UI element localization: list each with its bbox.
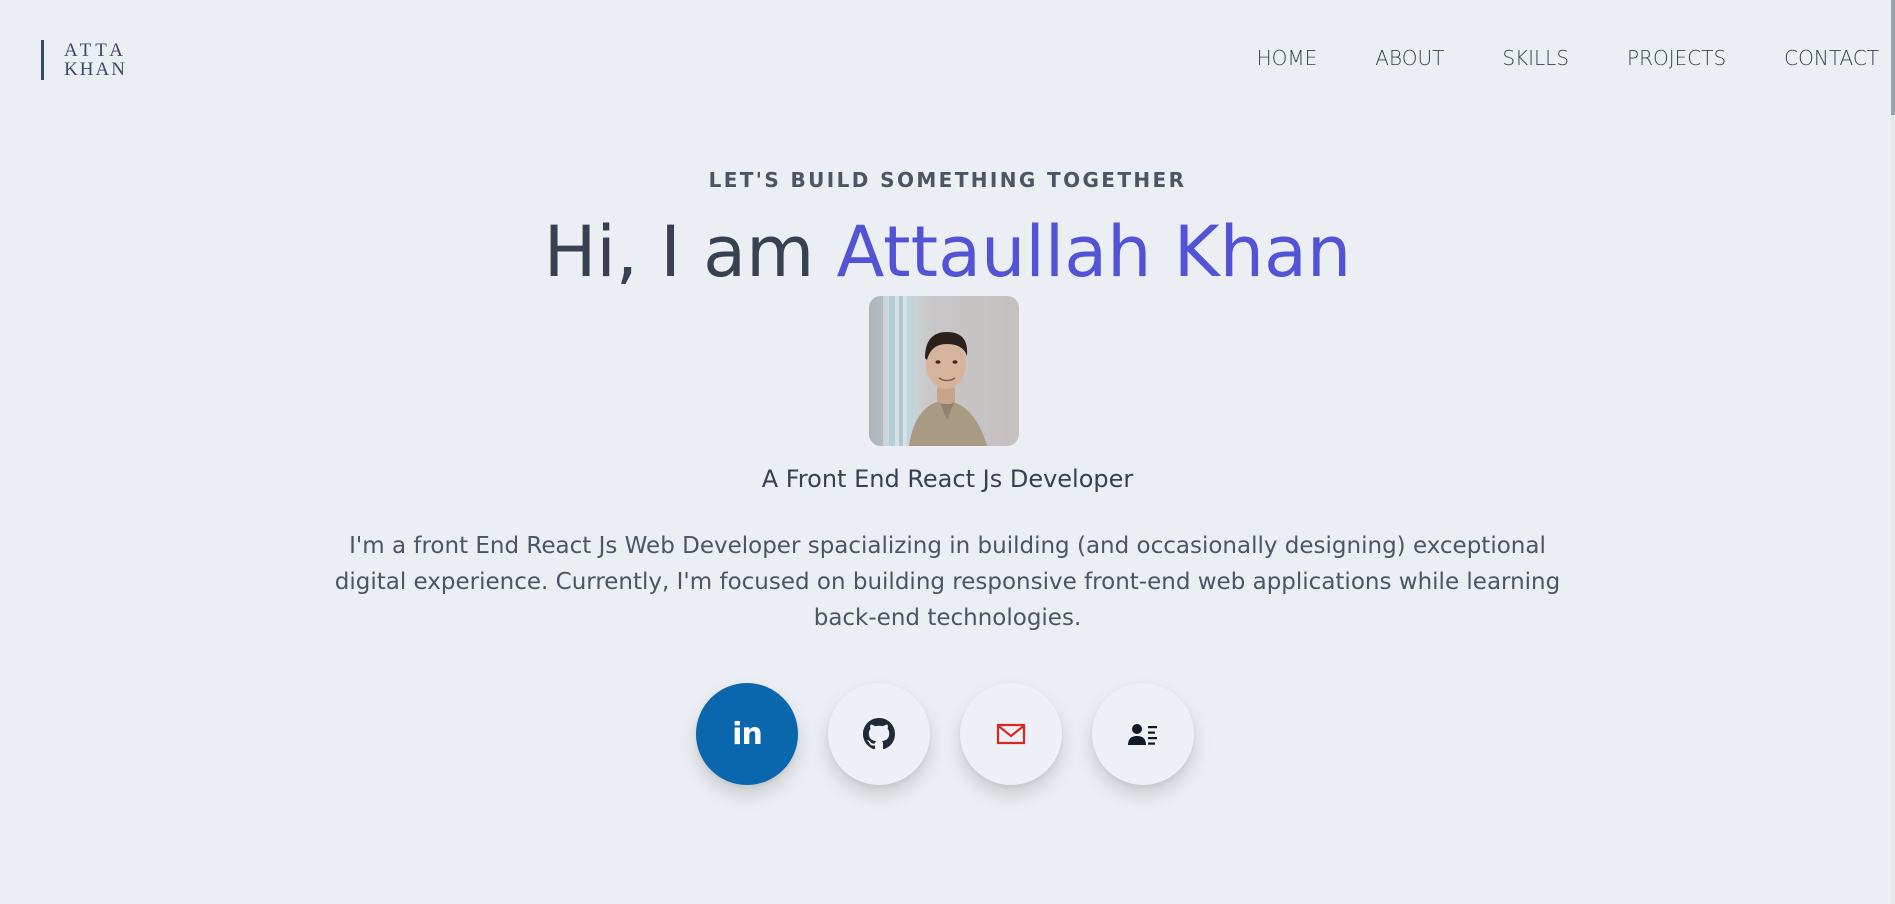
github-button[interactable] bbox=[828, 683, 930, 785]
site-logo[interactable]: ATTA KHAN bbox=[41, 40, 127, 80]
logo-line-1: ATTA bbox=[64, 40, 128, 61]
email-button[interactable] bbox=[960, 683, 1062, 785]
site-header: ATTA KHAN HOME ABOUT SKILLS PROJECTS CON… bbox=[0, 0, 1895, 120]
logo-line-2: KHAN bbox=[64, 59, 127, 80]
nav-contact[interactable]: CONTACT bbox=[1784, 46, 1879, 70]
github-icon bbox=[863, 718, 895, 750]
hero-role: A Front End React Js Developer bbox=[761, 465, 1134, 493]
hero-name: Attaullah Khan bbox=[836, 211, 1352, 293]
scrollbar-track[interactable] bbox=[1891, 0, 1895, 904]
contact-card-button[interactable] bbox=[1092, 683, 1194, 785]
social-links: in bbox=[696, 683, 1194, 785]
profile-photo-illustration bbox=[869, 296, 987, 446]
linkedin-button[interactable]: in bbox=[696, 683, 798, 785]
logo-text: ATTA KHAN bbox=[64, 41, 127, 79]
linkedin-icon-label: in bbox=[732, 716, 763, 752]
contact-card-icon bbox=[1128, 724, 1157, 745]
mail-icon bbox=[996, 723, 1026, 745]
hero-tagline: LET'S BUILD SOMETHING TOGETHER bbox=[708, 168, 1187, 192]
nav-skills[interactable]: SKILLS bbox=[1502, 46, 1569, 70]
linkedin-icon: in bbox=[732, 716, 763, 752]
nav-about[interactable]: ABOUT bbox=[1375, 46, 1444, 70]
logo-divider bbox=[41, 40, 44, 80]
main-nav: HOME ABOUT SKILLS PROJECTS CONTACT bbox=[1257, 46, 1879, 70]
nav-projects[interactable]: PROJECTS bbox=[1627, 46, 1726, 70]
hero-bio: I'm a front End React Js Web Developer s… bbox=[334, 533, 1561, 631]
profile-photo bbox=[869, 296, 1019, 446]
hero-title: Hi, I am Attaullah Khan bbox=[0, 207, 1895, 297]
nav-home[interactable]: HOME bbox=[1257, 46, 1318, 70]
hero-greeting: Hi, I am bbox=[543, 211, 837, 293]
scrollbar-thumb[interactable] bbox=[1891, 0, 1895, 115]
